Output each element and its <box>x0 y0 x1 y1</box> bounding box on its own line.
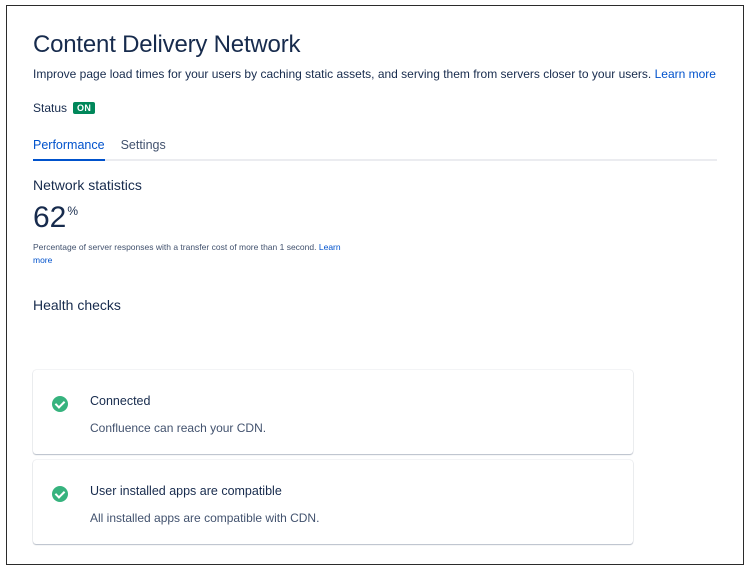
health-check-card: Connected Confluence can reach your CDN. <box>33 370 633 454</box>
page-title: Content Delivery Network <box>33 31 301 58</box>
page-frame: Content Delivery Network Improve page lo… <box>6 5 744 565</box>
page-description: Improve page load times for your users b… <box>33 65 723 84</box>
status-row: Status ON <box>33 100 723 116</box>
check-circle-icon <box>52 396 68 412</box>
health-check-card: User installed apps are compatible All i… <box>33 460 633 544</box>
health-check-title: Connected <box>90 394 151 408</box>
tab-performance[interactable]: Performance <box>33 138 105 161</box>
status-badge: ON <box>73 102 96 114</box>
statistic-unit: % <box>67 204 79 218</box>
network-statistics-heading: Network statistics <box>33 177 142 193</box>
tab-settings[interactable]: Settings <box>121 138 166 159</box>
network-statistic: 62 % <box>33 201 723 235</box>
check-circle-icon <box>52 486 68 502</box>
health-check-description: All installed apps are compatible with C… <box>90 511 320 525</box>
statistic-description: Percentage of server responses with a tr… <box>33 241 343 267</box>
tab-bar: Performance Settings <box>33 138 717 161</box>
status-label: Status <box>33 101 68 115</box>
main-content: Content Delivery Network Improve page lo… <box>33 30 723 544</box>
statistic-description-text: Percentage of server responses with a tr… <box>33 242 317 252</box>
learn-more-link[interactable]: Learn more <box>655 67 716 81</box>
health-check-description: Confluence can reach your CDN. <box>90 421 267 435</box>
health-check-title: User installed apps are compatible <box>90 484 282 498</box>
page-description-text: Improve page load times for your users b… <box>33 67 652 81</box>
health-checks-heading: Health checks <box>33 297 121 313</box>
statistic-value: 62 <box>33 201 67 234</box>
